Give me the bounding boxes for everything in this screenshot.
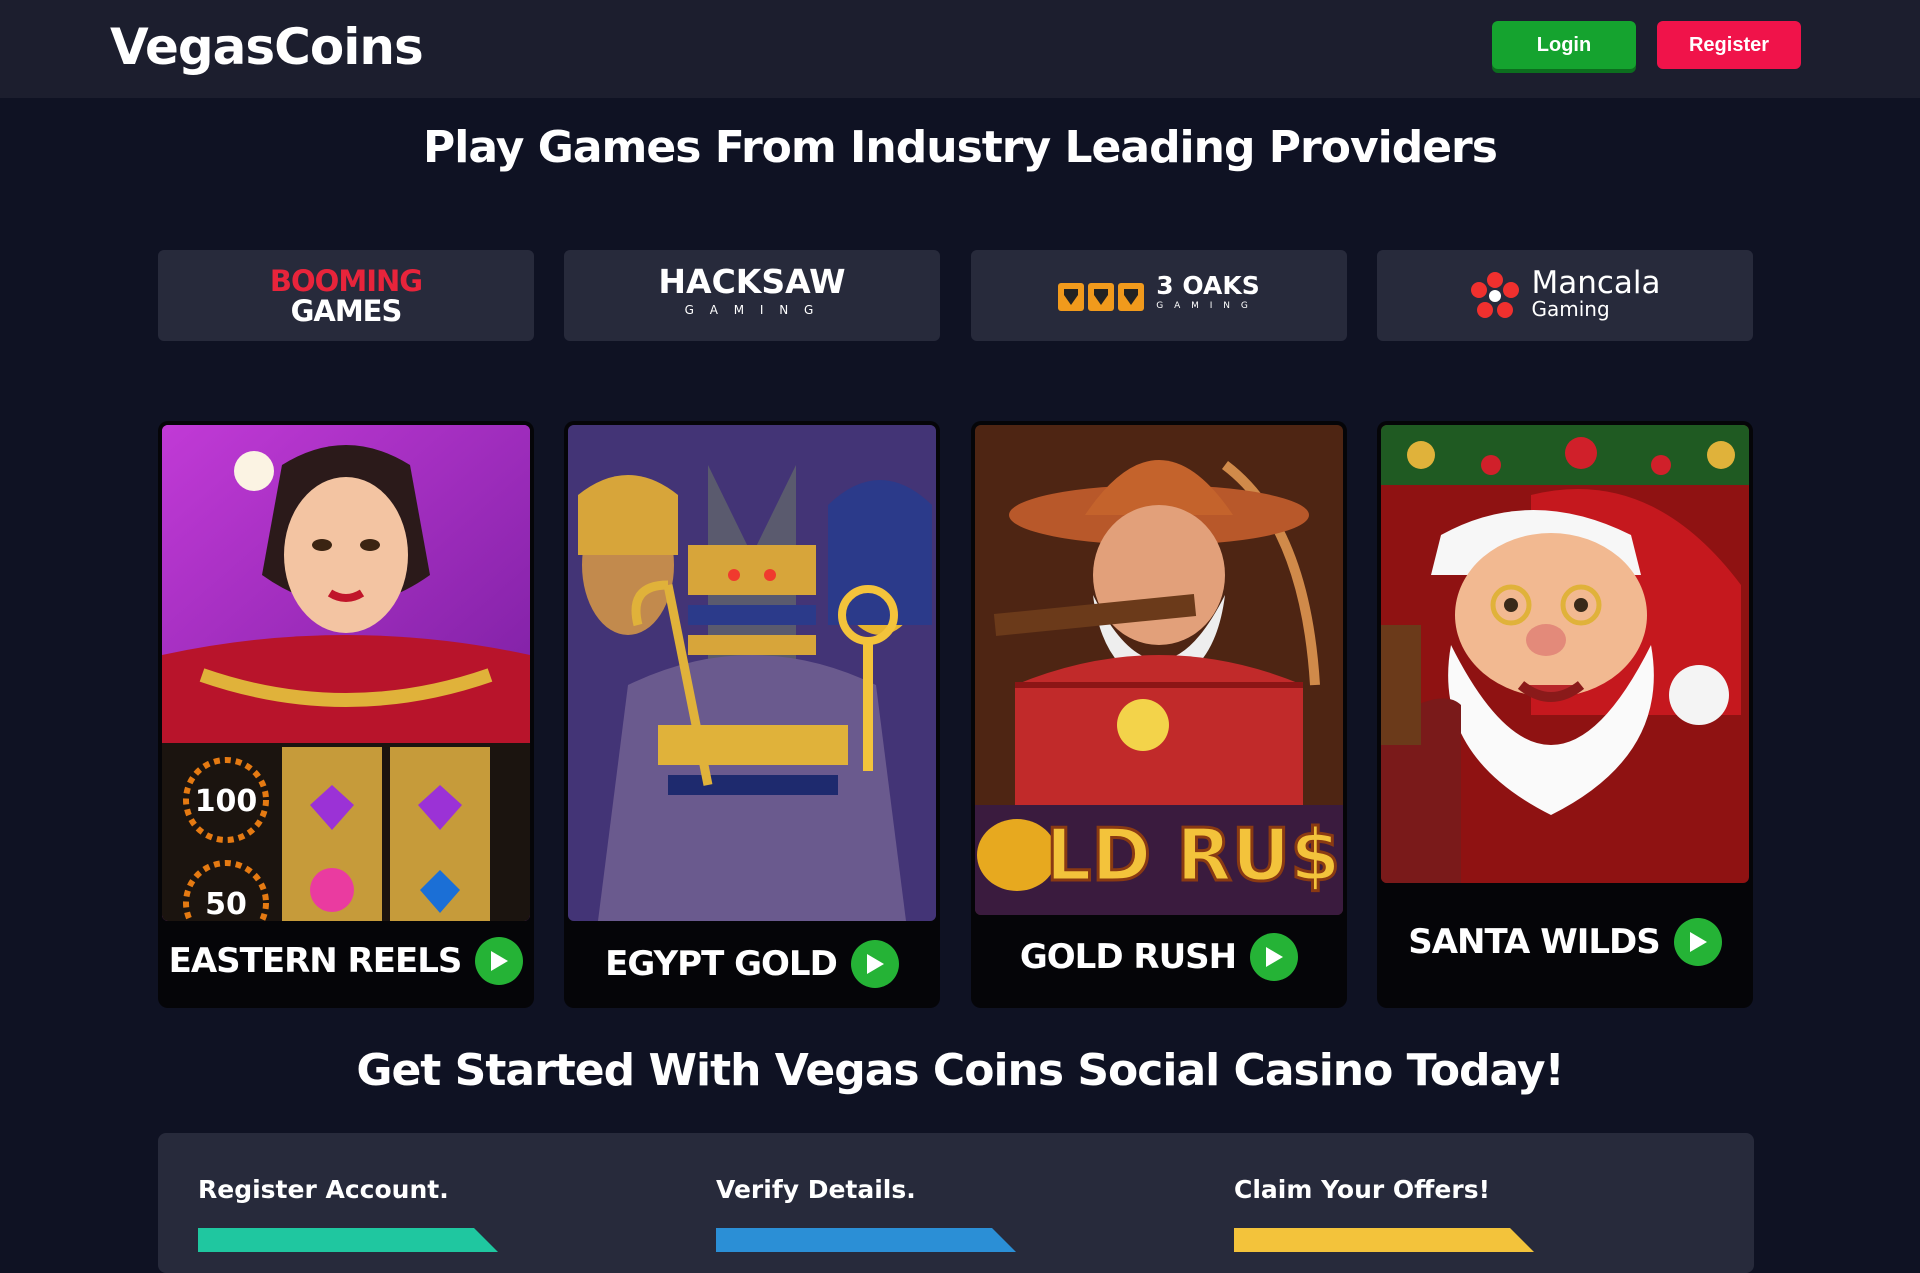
game-title: EGYPT GOLD bbox=[605, 944, 838, 984]
play-icon[interactable] bbox=[850, 940, 899, 988]
game-card-gold-rush[interactable]: LD RU$ GOLD RUSH bbox=[971, 421, 1347, 1008]
provider-card-mancala[interactable]: Mancala Gaming bbox=[1377, 250, 1753, 341]
svg-text:100: 100 bbox=[195, 784, 258, 819]
game-label: GOLD RUSH bbox=[971, 933, 1347, 981]
game-title: GOLD RUSH bbox=[1019, 937, 1237, 977]
game-label: EASTERN REELS bbox=[158, 937, 534, 985]
register-button[interactable]: Register bbox=[1657, 21, 1801, 69]
booming-games-logo: BOOMING GAMES bbox=[269, 263, 423, 328]
play-icon[interactable] bbox=[1250, 933, 1299, 981]
mancala-wordmark: Mancala Gaming bbox=[1531, 264, 1661, 321]
svg-text:50: 50 bbox=[205, 887, 247, 921]
top-header: VegasCoins Login Register bbox=[0, 0, 1920, 98]
3oaks-wordmark: 3 OAKS G A M I N G bbox=[1156, 270, 1260, 311]
step-register-bar bbox=[198, 1228, 498, 1252]
game-label: SANTA WILDS bbox=[1377, 918, 1753, 966]
svg-text:LD RU$: LD RU$ bbox=[1046, 813, 1341, 897]
provider-card-hacksaw[interactable]: HACKSAW G A M I N G bbox=[564, 250, 940, 341]
3oaks-emblem-icon bbox=[1058, 282, 1145, 311]
step-register-label: Register Account. bbox=[198, 1175, 449, 1204]
play-icon[interactable] bbox=[1673, 918, 1722, 966]
mancala-flower-icon bbox=[1471, 271, 1520, 318]
provider-card-booming[interactable]: BOOMING GAMES bbox=[158, 250, 534, 341]
egypt-gold-artwork bbox=[568, 425, 936, 921]
game-card-eastern-reels[interactable]: 100 50 EASTERN REELS bbox=[158, 421, 534, 1008]
game-card-santa-wilds[interactable]: SANTA WILDS bbox=[1377, 421, 1753, 1008]
play-icon[interactable] bbox=[475, 937, 524, 985]
game-card-egypt-gold[interactable]: EGYPT GOLD bbox=[564, 421, 940, 1008]
eastern-reels-artwork: 100 50 bbox=[162, 425, 530, 921]
step-verify-bar bbox=[716, 1228, 1016, 1252]
step-claim-bar bbox=[1234, 1228, 1534, 1252]
game-title: SANTA WILDS bbox=[1408, 922, 1660, 962]
santa-wilds-artwork bbox=[1381, 425, 1749, 883]
get-started-heading: Get Started With Vegas Coins Social Casi… bbox=[356, 1045, 1564, 1096]
hacksaw-gaming-logo: HACKSAW G A M I N G bbox=[658, 261, 846, 317]
login-button[interactable]: Login bbox=[1492, 21, 1636, 69]
game-title: EASTERN REELS bbox=[168, 941, 463, 981]
game-label: EGYPT GOLD bbox=[564, 940, 940, 988]
provider-card-3oaks[interactable]: 3 OAKS G A M I N G bbox=[971, 250, 1347, 341]
step-verify-label: Verify Details. bbox=[716, 1175, 916, 1204]
site-logo[interactable]: VegasCoins bbox=[110, 14, 424, 80]
steps-panel: Register Account. Verify Details. Claim … bbox=[158, 1133, 1754, 1273]
providers-heading: Play Games From Industry Leading Provide… bbox=[423, 122, 1498, 173]
step-claim-label: Claim Your Offers! bbox=[1234, 1175, 1490, 1204]
gold-rush-artwork: LD RU$ bbox=[975, 425, 1343, 915]
